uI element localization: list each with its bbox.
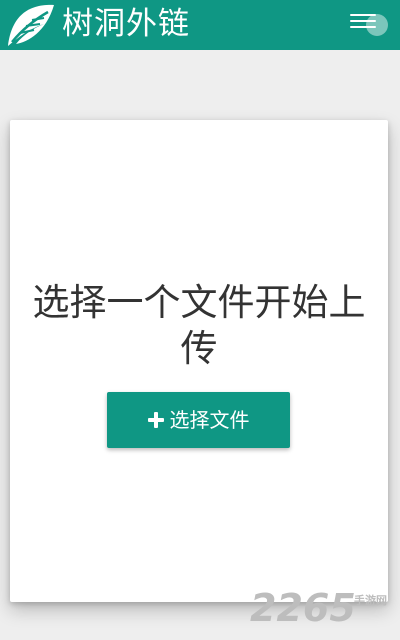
brand-title[interactable]: 树洞外链 [62,4,190,44]
touch-ripple [366,14,388,36]
select-file-label: 选择文件 [169,408,250,432]
app-header: 树洞外链 [0,0,400,50]
select-file-button[interactable]: 选择文件 [107,392,290,448]
leaf-icon[interactable] [4,2,58,48]
upload-prompt-title: 选择一个文件开始上传 [32,281,366,370]
hamburger-menu-icon[interactable] [342,8,390,42]
upload-card: 选择一个文件开始上传 选择文件 [10,120,388,602]
plus-icon [147,412,164,428]
